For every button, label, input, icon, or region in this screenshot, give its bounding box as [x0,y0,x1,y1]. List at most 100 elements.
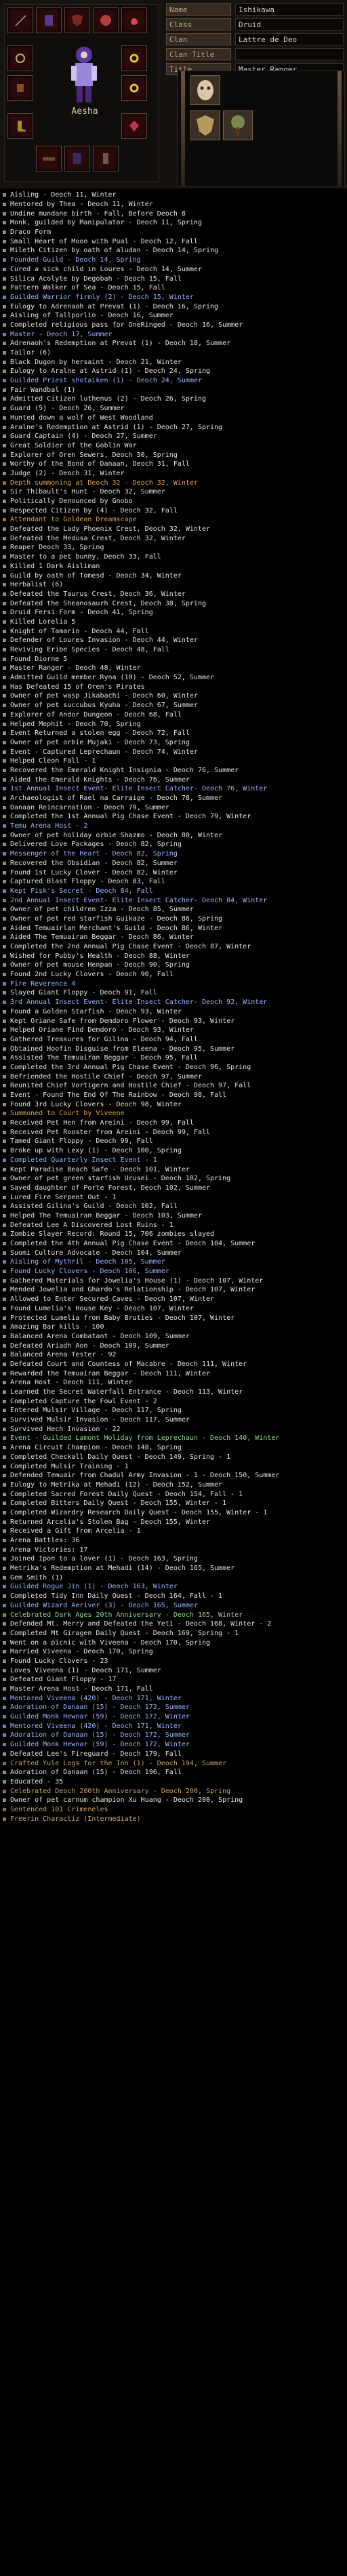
legend-mark-row: Guard (5) - Deoch 26, Summer [0,404,347,414]
legend-mark-text: Received Pet Hen from Areini - Deoch 99,… [10,1119,194,1127]
legend-mark-text: Aisling of Mythril - Deoch 105, Summer [10,1258,165,1266]
armor-icon [45,15,53,26]
legend-mark-row: Completed the 1st Annual Pig Chase Event… [0,812,347,822]
mark-icon [1,1231,7,1237]
mark-icon [1,1788,7,1794]
legend-mark-row: Fair Wandbal (1) [0,385,347,395]
legend-mark-text: Has Defeated 15 of Oren's Pirates [10,683,145,691]
mark-icon [1,211,7,217]
legend-mark-row: Aided Temuairlan Merchant's Guild - Deoc… [0,923,347,933]
mark-icon [1,359,7,365]
legend-mark-text: Defender of Loures Invasion - Deoch 44, … [10,637,198,645]
legend-mark-row: Herbalist (6) [0,580,347,590]
mark-icon [1,368,7,374]
legend-mark-text: Draco Form [10,228,52,237]
legend-mark-text: Completed Sacred Forest Daily Quest - De… [10,1490,243,1498]
legend-mark-row: Celebrated Deoch 200th Anniversary - Deo… [0,1786,347,1796]
legend-mark-row: Helped Oriane Find Demdoro - Deoch 93, W… [0,1026,347,1035]
equip-slot-necklace[interactable] [7,45,33,71]
legend-mark-row: Learned the Secret Waterfall Entrance - … [0,1388,347,1397]
legend-mark-text: Tamed Giant Floppy - Deoch 99, Fall [10,1138,153,1146]
mark-icon [1,879,7,885]
legend-mark-row: Celebrated Dark Ages 20th Anniversary - … [0,1610,347,1619]
legend-mark-text: Fair Wandbal (1) [10,386,76,394]
emblem-slot[interactable] [223,110,253,140]
emblem-panel [178,71,345,187]
equip-slot-ring-left[interactable] [121,45,147,71]
equip-slot-gauntlet[interactable] [7,75,33,101]
legend-mark-row: Suomi Culture Advocate - Deoch 104, Summ… [0,1248,347,1257]
mark-icon [1,220,7,226]
legend-mark-row: Obtained Hoofin Disguise from Eleena - D… [0,1044,347,1053]
equip-slot-armor[interactable] [36,7,62,33]
mark-icon [1,1102,7,1108]
legend-mark-text: Temu Arena Host - 2 [10,822,88,830]
emblem-slot[interactable] [190,110,220,140]
emblem-slot[interactable] [190,75,220,105]
mark-icon [1,1528,7,1534]
legend-mark-row: Found Lumelia's House Key - Deoch 107, W… [0,1304,347,1314]
info-label: Clan [166,33,231,45]
equip-slot-shield[interactable] [64,7,90,33]
legend-mark-text: Worthy of the Bond of Danaan, Deoch 31, … [10,460,190,468]
legend-mark-row: Aralne's Redemption at Astrid (1) - Deoc… [0,422,347,432]
legend-mark-text: Explorer of Oren Sewers, Deoch 30, Sprin… [10,451,178,459]
legend-mark-text: Small Heart of Moon with Pual - Deoch 12… [10,237,198,245]
equip-slot-earring[interactable] [121,7,147,33]
equip-slot-greaves[interactable] [93,146,119,172]
mark-icon [1,1547,7,1553]
legend-mark-text: Befriended the Hostile Chief - Deoch 97,… [10,1072,202,1081]
legend-mark-text: Eulogy to Metrika at Mehadi (12) - Deoch… [10,1481,223,1489]
info-row-class: Class Druid [166,18,344,31]
gem-icon [129,121,139,132]
legend-mark-row: Master Ranger - Deoch 48, Winter [0,664,347,673]
legend-mark-text: Kept Fisk's Secret - Deoch 84, Fall [10,887,153,895]
legend-mark-text: Master to a pet bunny, Deoch 33, Fall [10,553,161,561]
equip-slot-helmet[interactable] [93,7,119,33]
legend-mark-row: Helped Cleon Fall - 1 [0,757,347,766]
equip-slot-belt[interactable] [36,146,62,172]
legend-mark-row: Great Soldier of the Goblin War [0,441,347,451]
legend-mark-row: Temu Arena Host - 2 [0,822,347,831]
legend-mark-row: Silica Acolyte by Degobah - Deoch 15, Fa… [0,274,347,283]
equip-slot-boots[interactable] [7,113,33,139]
mark-icon [1,981,7,987]
info-row-clan-title: Clan Title [166,47,344,61]
mark-icon [1,1714,7,1720]
legend-mark-row: Defeated Lee A Discovered Lost Ruins - 1 [0,1220,347,1230]
equip-slot-ring-right[interactable] [121,75,147,101]
mark-icon [1,1668,7,1674]
legend-mark-text: Founded Guild - Deoch 14, Spring [10,256,141,264]
legend-mark-row: Admitted Guild member Ryna (10) - Deoch … [0,673,347,683]
legend-mark-text: Completed the 3rd Annual Pig Chase Event… [10,1063,251,1071]
mark-icon [1,433,7,439]
legend-mark-row: Owner of pet orbie Mujaki - Deoch 73, Sp… [0,738,347,748]
legend-mark-row: Owner of pet children Izza - Deoch 85, S… [0,905,347,914]
mark-icon [1,693,7,699]
mark-icon [1,675,7,681]
legend-mark-row: Defeated Ariadh Aon - Deoch 109, Summer [0,1341,347,1350]
legend-mark-row: Reunited Chief Vortigern and Hostile Chi… [0,1081,347,1091]
legend-mark-row: Gem Smith (1) [0,1573,347,1582]
legend-mark-text: Kept Paradise Beach Safe - Deoch 101, Wi… [10,1165,190,1173]
legend-mark-row: Received Pet Hen from Areini - Deoch 99,… [0,1119,347,1128]
equip-slot-accessory[interactable] [121,113,147,139]
legend-mark-text: Defeated the Sheanosaurh Crest, Deoch 38… [10,599,206,607]
mark-icon [1,591,7,597]
mark-icon [1,1241,7,1247]
equip-slot-overcoat[interactable] [64,146,90,172]
legend-mark-text: Aisling of Tallporlio - Deoch 16, Summer [10,312,174,320]
legend-mark-row: Owner of pet holiday orbie Shazmo - Deoc… [0,830,347,840]
legend-mark-row: Explorer of Andor Dungeon - Deoch 68, Fa… [0,710,347,720]
legend-mark-text: Delivered Love Packages - Deoch 82, Spri… [10,841,182,849]
legend-mark-row: Completed the 4th Annual Pig Chase Event… [0,1239,347,1249]
legend-mark-text: Guild by oath of Tomesd - Deoch 34, Wint… [10,571,182,580]
legend-mark-row: Protected Lumelia from Baby Bruties - De… [0,1313,347,1323]
tree-icon [231,115,245,136]
equip-slot-weapon[interactable] [7,7,33,33]
legend-mark-text: Mentored Viveena (420) - Deoch 171, Wint… [10,1694,182,1702]
mark-icon [1,1565,7,1571]
legend-mark-text: Great Soldier of the Goblin War [10,441,137,449]
legend-mark-text: Undine mundane birth - Fall, Before Deoc… [10,209,186,218]
legend-mark-row: Cured a sick child in Loures - Deoch 14,… [0,265,347,275]
